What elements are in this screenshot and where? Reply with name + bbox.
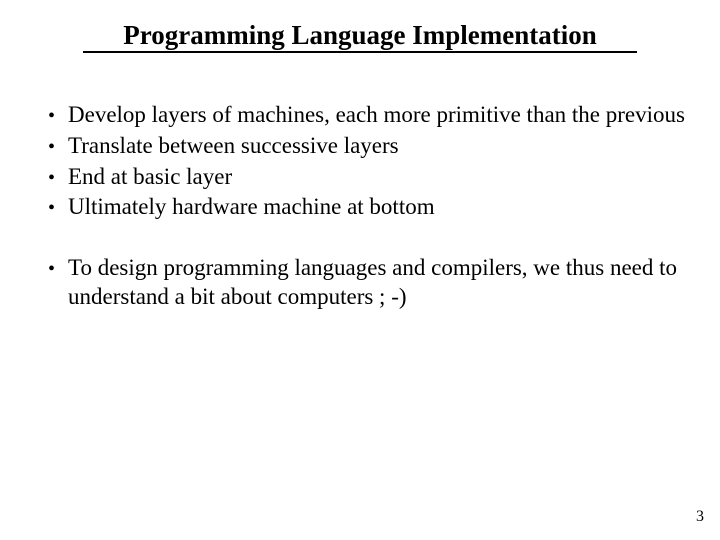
list-item: End at basic layer — [30, 163, 690, 192]
bullet-list-2: To design programming languages and comp… — [30, 254, 690, 312]
list-item: Translate between successive layers — [30, 132, 690, 161]
list-item: To design programming languages and comp… — [30, 254, 690, 312]
page-number: 3 — [696, 508, 704, 526]
slide: Programming Language Implementation Deve… — [0, 0, 720, 540]
slide-title: Programming Language Implementation — [83, 20, 637, 53]
list-item: Ultimately hardware machine at bottom — [30, 193, 690, 222]
list-item: Develop layers of machines, each more pr… — [30, 101, 690, 130]
bullet-list-1: Develop layers of machines, each more pr… — [30, 101, 690, 222]
title-wrap: Programming Language Implementation — [30, 20, 690, 81]
